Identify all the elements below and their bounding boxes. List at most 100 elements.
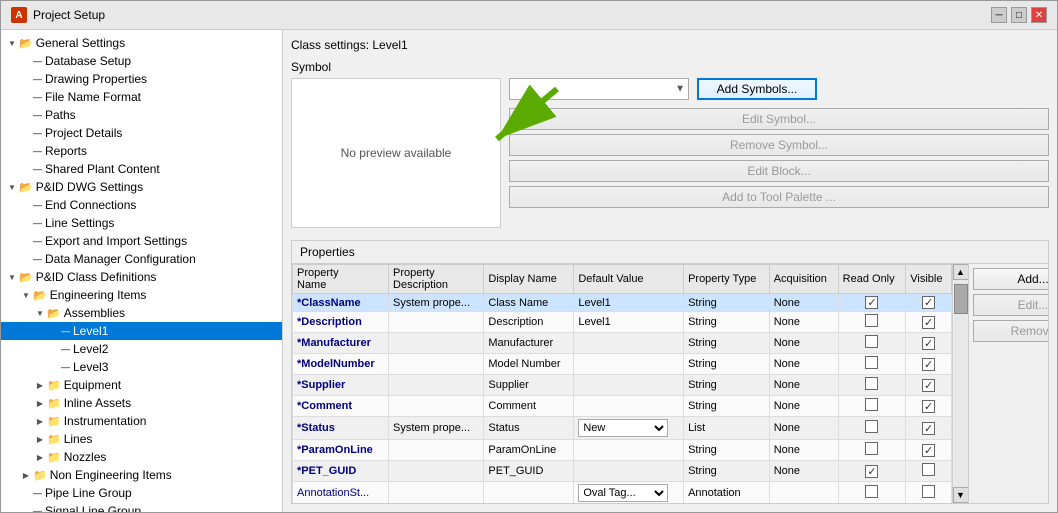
symbol-section: Symbol No preview available: [291, 60, 1049, 228]
tree-item-level1[interactable]: —Level1: [1, 322, 282, 340]
cell-visible[interactable]: [906, 396, 952, 417]
read-only-checkbox[interactable]: [865, 420, 878, 433]
read-only-checkbox[interactable]: [865, 377, 878, 390]
tree-item-pipe-line-group[interactable]: —Pipe Line Group: [1, 484, 282, 502]
tree-item-paths[interactable]: —Paths: [1, 106, 282, 124]
table-row[interactable]: *ModelNumberModel NumberStringNone: [293, 354, 952, 375]
cell-visible[interactable]: [906, 461, 952, 482]
remove-property-button[interactable]: Remove: [973, 320, 1048, 342]
table-row[interactable]: *ClassNameSystem prope...Class NameLevel…: [293, 294, 952, 312]
cell-read-only[interactable]: [838, 417, 906, 440]
cell-read-only[interactable]: [838, 294, 906, 312]
tree-item-engineering-items[interactable]: ▼📂Engineering Items: [1, 286, 282, 304]
tree-item-export-import-settings[interactable]: —Export and Import Settings: [1, 232, 282, 250]
remove-symbol-button[interactable]: Remove Symbol...: [509, 134, 1049, 156]
read-only-checkbox[interactable]: [865, 356, 878, 369]
cell-read-only[interactable]: [838, 354, 906, 375]
add-property-button[interactable]: Add...: [973, 268, 1048, 290]
visible-checkbox[interactable]: [922, 463, 935, 476]
table-row[interactable]: *ParamOnLineParamOnLineStringNone: [293, 440, 952, 461]
properties-table-wrapper[interactable]: PropertyName PropertyDescription Display…: [292, 264, 952, 503]
read-only-checkbox[interactable]: [865, 485, 878, 498]
tree-item-pid-class-definitions[interactable]: ▼📂P&ID Class Definitions: [1, 268, 282, 286]
edit-block-button[interactable]: Edit Block...: [509, 160, 1049, 182]
cell-read-only[interactable]: [838, 482, 906, 504]
read-only-checkbox[interactable]: [865, 442, 878, 455]
edit-symbol-button[interactable]: Edit Symbol...: [509, 108, 1049, 130]
visible-checkbox[interactable]: [922, 379, 935, 392]
scroll-up-button[interactable]: ▲: [953, 264, 969, 280]
cell-read-only[interactable]: [838, 440, 906, 461]
cell-visible[interactable]: [906, 482, 952, 504]
tree-item-project-details[interactable]: —Project Details: [1, 124, 282, 142]
cell-read-only[interactable]: [838, 396, 906, 417]
table-row[interactable]: *CommentCommentStringNone: [293, 396, 952, 417]
table-row[interactable]: *DescriptionDescriptionLevel1StringNone: [293, 312, 952, 333]
tree-item-assemblies[interactable]: ▼📂Assemblies: [1, 304, 282, 322]
tree-item-general-settings[interactable]: ▼📂General Settings: [1, 34, 282, 52]
minimize-button[interactable]: ─: [991, 7, 1007, 23]
scroll-track[interactable]: [954, 280, 968, 487]
scroll-down-button[interactable]: ▼: [953, 487, 969, 503]
close-button[interactable]: ✕: [1031, 7, 1047, 23]
symbol-dropdown[interactable]: [509, 78, 689, 100]
cell-visible[interactable]: [906, 294, 952, 312]
maximize-button[interactable]: □: [1011, 7, 1027, 23]
cell-read-only[interactable]: [838, 461, 906, 482]
add-symbols-button[interactable]: Add Symbols...: [697, 78, 817, 100]
tree-item-signal-line-group[interactable]: —Signal Line Group: [1, 502, 282, 512]
visible-checkbox[interactable]: [922, 400, 935, 413]
visible-checkbox[interactable]: [922, 337, 935, 350]
table-row[interactable]: *ManufacturerManufacturerStringNone: [293, 333, 952, 354]
visible-checkbox[interactable]: [922, 296, 935, 309]
add-to-tool-palette-button[interactable]: Add to Tool Palette ...: [509, 186, 1049, 208]
read-only-checkbox[interactable]: [865, 314, 878, 327]
cell-default-value[interactable]: Oval Tag...: [574, 482, 684, 504]
default-value-select[interactable]: New: [578, 419, 668, 437]
tree-item-reports[interactable]: —Reports: [1, 142, 282, 160]
tree-item-file-name-format[interactable]: —File Name Format: [1, 88, 282, 106]
table-row[interactable]: *PET_GUIDPET_GUIDStringNone: [293, 461, 952, 482]
cell-read-only[interactable]: [838, 312, 906, 333]
cell-visible[interactable]: [906, 312, 952, 333]
read-only-checkbox[interactable]: [865, 335, 878, 348]
tree-item-end-connections[interactable]: —End Connections: [1, 196, 282, 214]
scrollbar[interactable]: ▲ ▼: [952, 264, 968, 503]
read-only-checkbox[interactable]: [865, 296, 878, 309]
visible-checkbox[interactable]: [922, 422, 935, 435]
tree-item-instrumentation[interactable]: ▶📁Instrumentation: [1, 412, 282, 430]
tree-item-drawing-properties[interactable]: —Drawing Properties: [1, 70, 282, 88]
read-only-checkbox[interactable]: [865, 398, 878, 411]
cell-visible[interactable]: [906, 354, 952, 375]
read-only-checkbox[interactable]: [865, 465, 878, 478]
table-row[interactable]: *StatusSystem prope...StatusNewListNone: [293, 417, 952, 440]
visible-checkbox[interactable]: [922, 316, 935, 329]
cell-visible[interactable]: [906, 333, 952, 354]
tree-item-inline-assets[interactable]: ▶📁Inline Assets: [1, 394, 282, 412]
tree-item-non-engineering-items[interactable]: ▶📁Non Engineering Items: [1, 466, 282, 484]
table-row[interactable]: AnnotationSt...Oval Tag...Annotation: [293, 482, 952, 504]
tree-item-line-settings[interactable]: —Line Settings: [1, 214, 282, 232]
tree-item-database-setup[interactable]: —Database Setup: [1, 52, 282, 70]
visible-checkbox[interactable]: [922, 358, 935, 371]
cell-visible[interactable]: [906, 375, 952, 396]
tree-item-data-manager-config[interactable]: —Data Manager Configuration: [1, 250, 282, 268]
tree-item-level2[interactable]: —Level2: [1, 340, 282, 358]
edit-property-button[interactable]: Edit...: [973, 294, 1048, 316]
cell-read-only[interactable]: [838, 333, 906, 354]
cell-read-only[interactable]: [838, 375, 906, 396]
scroll-thumb[interactable]: [954, 284, 968, 314]
visible-checkbox[interactable]: [922, 444, 935, 457]
tree-item-pid-dwg-settings[interactable]: ▼📂P&ID DWG Settings: [1, 178, 282, 196]
tree-item-level3[interactable]: —Level3: [1, 358, 282, 376]
cell-default-value[interactable]: New: [574, 417, 684, 440]
tree-item-shared-plant-content[interactable]: —Shared Plant Content: [1, 160, 282, 178]
cell-visible[interactable]: [906, 417, 952, 440]
tree-item-equipment[interactable]: ▶📁Equipment: [1, 376, 282, 394]
tree-item-nozzles[interactable]: ▶📁Nozzles: [1, 448, 282, 466]
default-value-select[interactable]: Oval Tag...: [578, 484, 668, 502]
table-row[interactable]: *SupplierSupplierStringNone: [293, 375, 952, 396]
cell-visible[interactable]: [906, 440, 952, 461]
tree-item-lines[interactable]: ▶📁Lines: [1, 430, 282, 448]
visible-checkbox[interactable]: [922, 485, 935, 498]
